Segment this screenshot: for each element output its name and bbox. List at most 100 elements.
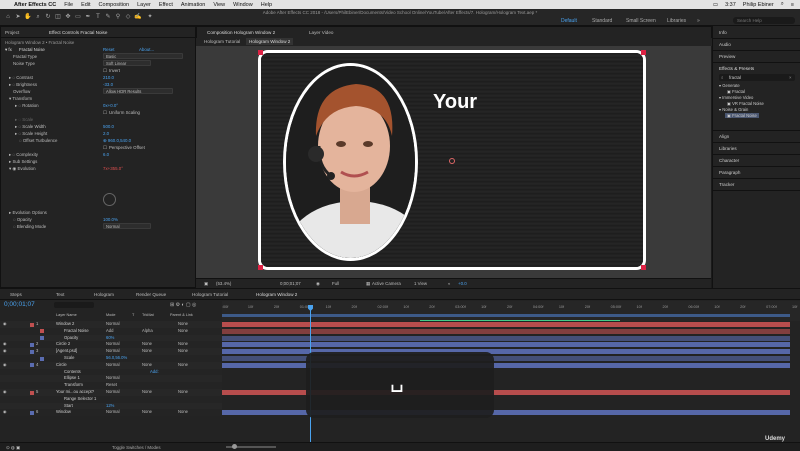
handle[interactable]	[641, 265, 646, 270]
layer-trkmat[interactable]: None	[142, 341, 152, 348]
visibility-eye-icon[interactable]: ◉	[3, 341, 7, 348]
panel-effects-presets[interactable]: Effects & Presets	[719, 66, 754, 71]
tab-layer-video[interactable]: Layer Video	[309, 30, 333, 35]
camera-tool-icon[interactable]: ◫	[54, 13, 62, 21]
zoom-select[interactable]: (53.4%)	[216, 281, 231, 286]
layer-row[interactable]: Ellipse 1 Normal	[0, 375, 222, 383]
visibility-eye-icon[interactable]: ◉	[3, 321, 7, 328]
tab-composition[interactable]: Composition Hologram Window 2	[207, 30, 275, 35]
fx-toggle[interactable]: ▾ fx	[5, 47, 12, 53]
brightness-value[interactable]: -33.0	[103, 82, 113, 87]
timeline-tab-steps[interactable]: Steps	[10, 292, 22, 297]
evolution-dial[interactable]	[103, 193, 116, 206]
subtab-hologram-tutorial[interactable]: Hologram Tutorial	[204, 39, 240, 44]
eraser-tool-icon[interactable]: ◇	[124, 13, 132, 21]
panel-preview[interactable]: Preview	[719, 54, 735, 59]
fractal-type-select[interactable]: Basic	[103, 53, 183, 59]
puppet-tool-icon[interactable]: ✦	[146, 13, 154, 21]
search-icon[interactable]: ⌕	[781, 1, 784, 8]
workspace-standard[interactable]: Standard	[592, 18, 612, 24]
timeline-tab-hologram-window-2[interactable]: Hologram Window 2	[256, 292, 297, 297]
region-icon[interactable]: ▦	[366, 281, 370, 287]
layer-parent[interactable]: None	[178, 328, 188, 335]
menu-view[interactable]: View	[213, 2, 225, 8]
panel-libraries[interactable]: Libraries	[719, 146, 737, 151]
layer-parent[interactable]: None	[178, 348, 188, 355]
about-link[interactable]: About...	[139, 47, 154, 52]
toggle-switches-modes[interactable]: Toggle Switches / Modes	[112, 445, 161, 450]
layer-trkmat[interactable]: Alpha	[142, 328, 153, 335]
layer-parent[interactable]: None	[178, 321, 188, 328]
menu-layer[interactable]: Layer	[137, 2, 151, 8]
time-ruler[interactable]	[222, 301, 800, 321]
layer-row[interactable]: Transform Reset	[0, 382, 222, 389]
visibility-eye-icon[interactable]: ◉	[3, 348, 7, 355]
tree-effect-fractal[interactable]: ▣ Fractal	[727, 89, 745, 94]
layer-mode[interactable]: Normal	[106, 341, 120, 348]
property-value[interactable]: 12%	[106, 403, 114, 410]
layer-row[interactable]: Range Selector 1	[0, 395, 222, 403]
contrast-value[interactable]: 210.0	[103, 75, 114, 80]
tree-category[interactable]: ▾ Noise & Grain	[719, 107, 748, 112]
zoom-tool-icon[interactable]: ⌕	[34, 13, 42, 21]
panel-tracker[interactable]: Tracker	[719, 182, 734, 187]
property-value[interactable]: 56.0,56.0%	[106, 355, 127, 362]
layer-duration-bar[interactable]	[222, 328, 790, 334]
layer-duration-bar[interactable]	[222, 349, 790, 355]
layer-row[interactable]: Fractal Noise Add Alpha None	[0, 327, 222, 335]
layer-duration-bar[interactable]	[222, 322, 790, 327]
layer-parent[interactable]: None	[178, 409, 188, 416]
footer-icons[interactable]: ⊙ ◍ ▣	[6, 445, 20, 451]
menu-file[interactable]: File	[64, 2, 73, 8]
timeline-search-input[interactable]	[54, 302, 94, 308]
zoom-slider-thumb[interactable]	[232, 444, 237, 449]
handle[interactable]	[641, 50, 646, 55]
property-value[interactable]: 60%	[106, 335, 114, 342]
current-time[interactable]: 0;00;01;07	[280, 281, 301, 286]
exposure-icon[interactable]: ◐	[448, 281, 451, 286]
tree-category[interactable]: ▾ Immersive Video	[719, 95, 753, 100]
subtab-hologram-window-2[interactable]: Hologram Window 2	[246, 38, 294, 45]
layer-mode[interactable]: Normal	[106, 321, 120, 328]
layer-parent[interactable]: None	[178, 341, 188, 348]
invert-checkbox[interactable]: ☐	[103, 68, 107, 74]
timeline-tab-text[interactable]: Text	[56, 292, 64, 297]
workspace-libraries[interactable]: Libraries	[667, 18, 686, 24]
offset-turbulence-value[interactable]: ⊕ 960.0,540.0	[103, 138, 131, 144]
exposure-value[interactable]: +0.0	[458, 281, 467, 286]
layer-duration-bar[interactable]	[222, 342, 790, 348]
brush-tool-icon[interactable]: ✎	[104, 13, 112, 21]
tab-effect-controls[interactable]: Effect Controls Fractal Noise	[49, 30, 107, 35]
layer-row[interactable]: ◉ 6 Window Normal None None	[0, 409, 222, 417]
menu-animation[interactable]: Animation	[181, 2, 205, 8]
menu-window[interactable]: Window	[233, 2, 253, 8]
views-select[interactable]: 1 View	[414, 281, 427, 286]
effects-search-input[interactable]: ⌕ fractal ×	[719, 74, 795, 81]
prop-group[interactable]: ▸ Sub Settings	[9, 159, 37, 165]
reset-link[interactable]: Reset	[103, 47, 114, 52]
panel-audio[interactable]: Audio	[719, 42, 731, 47]
menu-after-effects[interactable]: After Effects CC	[14, 2, 56, 8]
menu-edit[interactable]: Edit	[81, 2, 90, 8]
clear-search-icon[interactable]: ×	[789, 75, 792, 80]
prop-group[interactable]: ▸ Evolution Options	[9, 210, 47, 216]
scale-width-value[interactable]: 500.0	[103, 124, 114, 129]
layer-trkmat[interactable]: None	[142, 389, 152, 396]
rotate-tool-icon[interactable]: ↻	[44, 13, 52, 21]
layer-trkmat[interactable]: None	[142, 348, 152, 355]
search-help-input[interactable]: Search Help	[733, 17, 795, 24]
perspective-offset-checkbox[interactable]: ☐	[103, 145, 107, 151]
anchor-point-icon[interactable]	[449, 158, 455, 164]
noise-type-select[interactable]: Soft Linear	[103, 60, 151, 66]
layer-parent[interactable]: None	[178, 389, 188, 396]
type-tool-icon[interactable]: T	[94, 13, 102, 21]
tree-category[interactable]: ▾ Generate	[719, 83, 740, 88]
menu-effect[interactable]: Effect	[159, 2, 173, 8]
blending-mode-select[interactable]: Normal	[103, 223, 151, 229]
handle[interactable]	[258, 50, 263, 55]
layer-trkmat[interactable]: None	[142, 362, 152, 369]
layer-row[interactable]: Scale 56.0,56.0%	[0, 355, 222, 362]
roto-brush-tool-icon[interactable]: ✍	[134, 13, 142, 21]
home-icon[interactable]: ⌂	[4, 13, 12, 21]
active-camera-select[interactable]: Active Camera	[372, 281, 401, 286]
